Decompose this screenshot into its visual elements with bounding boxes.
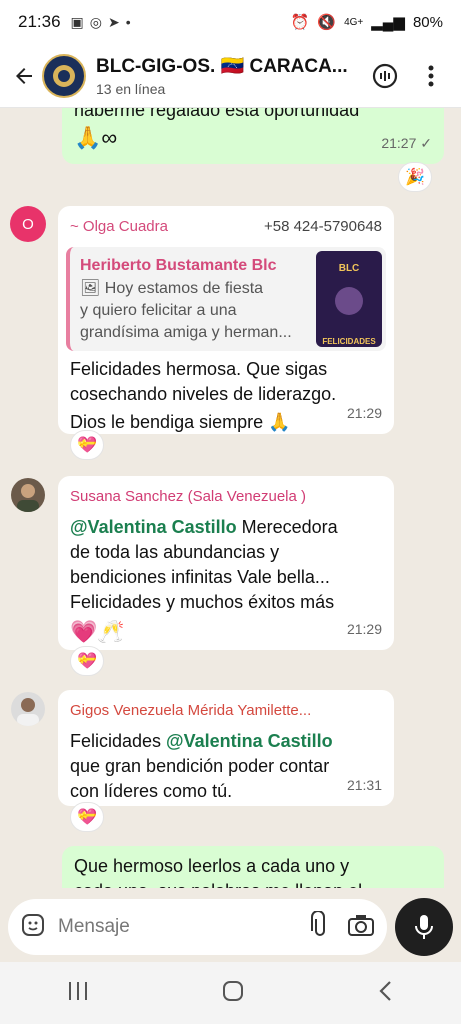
gallery-icon: ▣ bbox=[70, 13, 84, 30]
avatar-letter: O bbox=[22, 215, 34, 233]
sender-avatar[interactable] bbox=[11, 692, 45, 726]
notification-icons: ▣ ◎ ➤ • bbox=[71, 14, 131, 31]
message-line: de toda las abundancias y bbox=[70, 542, 280, 562]
alarm-icon: ⏰ bbox=[290, 14, 310, 31]
camera-icon[interactable] bbox=[347, 913, 375, 942]
group-avatar[interactable] bbox=[42, 53, 86, 98]
message-line: Felicidades hermosa. Que sigas bbox=[70, 359, 328, 379]
message-line: Que hermoso leerlos a cada uno y bbox=[74, 856, 350, 876]
sender-name[interactable]: ~ Olga Cuadra bbox=[70, 214, 168, 239]
message-emoji: 🙏∞ bbox=[74, 125, 118, 150]
message-reaction[interactable]: 💝 bbox=[70, 430, 104, 460]
status-time: 21:36 bbox=[18, 12, 61, 31]
system-nav-bar bbox=[0, 962, 461, 1024]
message-bubble-incoming[interactable]: Gigos Venezuela Mérida Yamilette... Feli… bbox=[58, 690, 394, 806]
back-arrow-icon[interactable] bbox=[10, 62, 38, 90]
network-label: 4G+ bbox=[344, 16, 364, 28]
message-bubble-outgoing[interactable]: Que hermoso leerlos a cada uno y cada un… bbox=[62, 846, 444, 888]
message-time: 21:31 bbox=[346, 777, 382, 793]
message-input[interactable]: Mensaje bbox=[58, 916, 311, 938]
message-line: cada una, sus palabras me llenan el bbox=[74, 879, 432, 888]
message-time: 21:29 bbox=[346, 405, 382, 421]
message-line: con líderes como tú. bbox=[70, 781, 233, 801]
mic-button[interactable] bbox=[395, 898, 453, 956]
message-reaction[interactable]: 🎉 bbox=[398, 162, 432, 192]
message-bubble-incoming[interactable]: Susana Sanchez (Sala Venezuela ) @Valent… bbox=[58, 476, 394, 650]
message-reaction[interactable]: 💝 bbox=[70, 646, 104, 676]
quoted-sender: Heriberto Bustamante Blc bbox=[80, 257, 277, 274]
sender-avatar[interactable] bbox=[11, 478, 45, 512]
message-time: 21:27 ✓ bbox=[381, 135, 432, 151]
battery-label: 80% bbox=[412, 13, 443, 31]
online-count: 13 en línea bbox=[96, 81, 166, 97]
status-bar: 21:36 ▣ ◎ ➤ • ⏰ 🔇 4G+ ▂▄▆ 80% bbox=[0, 0, 461, 44]
message-input-container[interactable]: Mensaje bbox=[8, 899, 387, 955]
telegram-icon: ➤ bbox=[108, 13, 120, 30]
message-time: 21:29 bbox=[346, 621, 382, 637]
message-text: haberme regalado esta oportunidad bbox=[74, 108, 360, 120]
sticker-icon[interactable] bbox=[20, 912, 46, 943]
message-emoji: 💗🥂 bbox=[70, 619, 125, 644]
sender-avatar[interactable]: O bbox=[10, 206, 46, 242]
sent-check-icon: ✓ bbox=[420, 135, 432, 151]
chat-area[interactable]: haberme regalado esta oportunidad 🙏∞ 21:… bbox=[0, 108, 461, 888]
attach-icon[interactable] bbox=[311, 909, 329, 944]
message-bubble-outgoing[interactable]: haberme regalado esta oportunidad 🙏∞ 21:… bbox=[62, 108, 444, 164]
user-mention[interactable]: @Valentina Castillo bbox=[70, 517, 237, 537]
signal-icon: ▂▄▆ bbox=[371, 14, 405, 31]
mic-icon bbox=[415, 915, 433, 939]
sender-name[interactable]: Gigos Venezuela Mérida Yamilette... bbox=[70, 698, 382, 723]
user-mention[interactable]: @Valentina Castillo bbox=[166, 731, 333, 751]
image-icon: 🖼 bbox=[80, 280, 101, 297]
chat-title-area[interactable]: BLC-GIG-OS. 🇻🇪 CARACA... 13 en línea bbox=[96, 54, 359, 97]
whatsapp-icon: ◎ bbox=[89, 13, 102, 30]
voice-chat-icon[interactable] bbox=[365, 56, 405, 96]
message-line: que gran bendición poder contar bbox=[70, 756, 330, 776]
quoted-message[interactable]: Heriberto Bustamante Blc 🖼 Hoy estamos d… bbox=[66, 247, 386, 351]
sender-phone: +58 424-5790648 bbox=[263, 218, 382, 235]
group-title: BLC-GIG-OS. 🇻🇪 CARACA... bbox=[96, 56, 348, 77]
quoted-image-thumbnail[interactable]: BLC FELICIDADES bbox=[316, 251, 382, 347]
mute-icon: 🔇 bbox=[317, 14, 337, 31]
recents-icon[interactable] bbox=[66, 980, 90, 1007]
dot-icon: • bbox=[125, 14, 131, 30]
message-line: Felicidades y muchos éxitos más bbox=[70, 592, 335, 612]
home-icon[interactable] bbox=[221, 979, 245, 1008]
more-options-icon[interactable] bbox=[411, 56, 451, 96]
composer-bar: Mensaje bbox=[0, 892, 461, 962]
quoted-text: 🖼 Hoy estamos de fiesta y quiero felicit… bbox=[80, 280, 292, 341]
message-reaction[interactable]: 💝 bbox=[70, 802, 104, 832]
message-line: cosechando niveles de liderazgo. bbox=[70, 384, 337, 404]
chat-header: BLC-GIG-OS. 🇻🇪 CARACA... 13 en línea bbox=[0, 44, 461, 108]
message-line: Dios le bendiga siempre 🙏 bbox=[70, 412, 291, 432]
sender-name[interactable]: Susana Sanchez (Sala Venezuela ) bbox=[70, 484, 382, 509]
back-nav-icon[interactable] bbox=[376, 979, 396, 1008]
message-line: bendiciones infinitas Vale bella... bbox=[70, 567, 330, 587]
message-bubble-incoming[interactable]: ~ Olga Cuadra +58 424-5790648 Heriberto … bbox=[58, 206, 394, 434]
